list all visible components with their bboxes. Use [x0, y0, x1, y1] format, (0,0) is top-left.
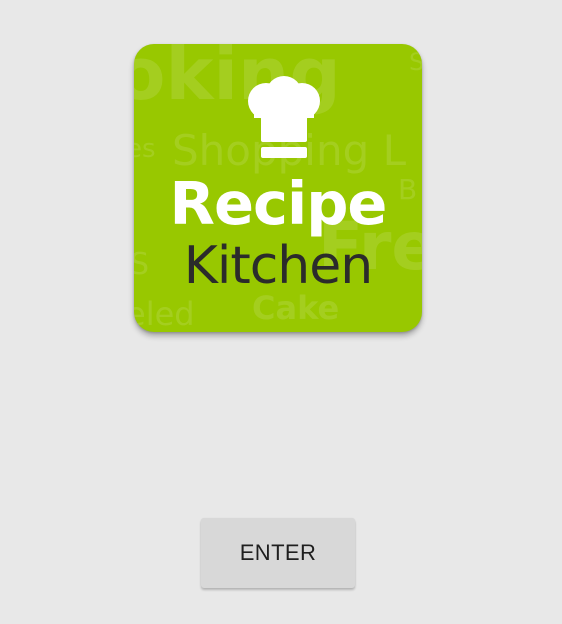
logo-title-kitchen: Kitchen	[183, 236, 373, 296]
background-word: Cake	[252, 289, 340, 327]
app-logo: oking S es Shopping L B Fre S eled Cake …	[134, 44, 422, 332]
background-word: eled	[134, 295, 195, 332]
background-word: S	[409, 48, 422, 76]
background-word: S	[134, 247, 150, 282]
background-word: B	[398, 173, 418, 206]
enter-button[interactable]: ENTER	[201, 518, 355, 588]
logo-title-recipe: Recipe	[169, 169, 388, 238]
background-word: es	[134, 134, 156, 164]
chef-hat-icon	[248, 76, 320, 158]
